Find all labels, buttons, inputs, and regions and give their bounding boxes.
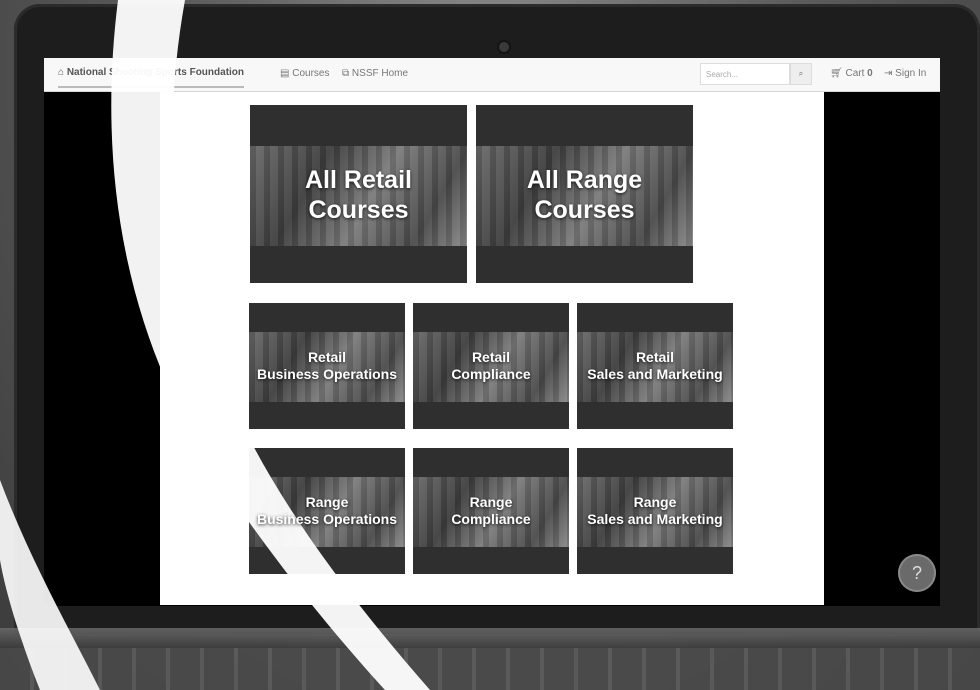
tile-caption-line2: Compliance <box>451 510 531 527</box>
cart-label: Cart <box>845 68 865 79</box>
tile-caption: Retail Business Operations <box>249 349 405 383</box>
tile-range-sales-marketing[interactable]: Range Sales and Marketing <box>577 448 733 574</box>
book-icon: ▤ <box>280 68 290 79</box>
tile-caption: All Retail Courses <box>250 165 467 225</box>
tile-range-compliance[interactable]: Range Compliance <box>413 448 569 574</box>
tile-range-business-operations[interactable]: Range Business Operations <box>249 448 405 574</box>
tile-caption-line2: Compliance <box>451 365 531 382</box>
tile-caption-line1: Range <box>469 494 513 510</box>
tile-all-retail-courses[interactable]: All Retail Courses <box>250 105 467 283</box>
search-icon: ⌕ <box>798 69 804 78</box>
cart-icon: 🛒︎ <box>830 68 843 79</box>
tile-all-range-courses[interactable]: All Range Courses <box>476 105 693 283</box>
tile-caption: All Range Courses <box>476 165 693 225</box>
page-content: All Retail Courses All Range Courses Ret… <box>160 92 824 605</box>
laptop-screen: ⌂ National Shooting Sports Foundation ▤ … <box>44 58 940 606</box>
tile-caption-line2: Courses <box>308 196 409 224</box>
tile-caption-line1: All Retail <box>305 166 412 194</box>
tile-retail-sales-marketing[interactable]: Retail Sales and Marketing <box>577 303 733 429</box>
tile-retail-compliance[interactable]: Retail Compliance <box>413 303 569 429</box>
cart-link[interactable]: 🛒︎ Cart 0 <box>830 68 873 79</box>
tile-caption-line1: Range <box>305 494 349 510</box>
tile-caption: Range Sales and Marketing <box>577 494 733 528</box>
tile-caption-line1: Range <box>633 494 677 510</box>
signin-link[interactable]: ⇥ Sign In <box>884 68 926 79</box>
tile-caption-line1: Retail <box>471 349 511 365</box>
tile-caption-line1: Retail <box>307 349 347 365</box>
tile-caption-line2: Sales and Marketing <box>587 365 723 382</box>
help-icon: ? <box>911 563 922 583</box>
tile-caption-line2: Courses <box>534 196 635 224</box>
signin-label: Sign In <box>895 68 927 79</box>
nav-nssf-home-label: NSSF Home <box>351 68 409 79</box>
signin-icon: ⇥ <box>884 68 893 79</box>
nav-courses-label: Courses <box>292 68 330 79</box>
brand-link[interactable]: ⌂ National Shooting Sports Foundation <box>58 67 245 88</box>
external-link-icon: ⧉ <box>342 68 350 79</box>
laptop-keyboard <box>0 628 980 690</box>
cart-count: 0 <box>867 68 873 79</box>
tile-caption-line2: Sales and Marketing <box>587 510 723 527</box>
search-button[interactable]: ⌕ <box>790 63 812 85</box>
tile-caption: Range Business Operations <box>249 494 405 528</box>
tile-caption-line1: Retail <box>635 349 675 365</box>
tile-caption: Retail Compliance <box>413 349 569 383</box>
tile-retail-business-operations[interactable]: Retail Business Operations <box>249 303 405 429</box>
tile-caption-line2: Business Operations <box>256 510 398 527</box>
search-input[interactable]: Search... <box>700 63 790 85</box>
help-button[interactable]: ? <box>898 554 936 592</box>
nav-courses-link[interactable]: ▤ Courses <box>280 68 329 79</box>
webcam-icon <box>499 42 509 52</box>
tile-caption: Range Compliance <box>413 494 569 528</box>
navbar: ⌂ National Shooting Sports Foundation ▤ … <box>44 58 940 92</box>
tile-caption-line2: Business Operations <box>256 365 398 382</box>
tile-caption-line1: All Range <box>526 166 643 194</box>
tile-caption: Retail Sales and Marketing <box>577 349 733 383</box>
nav-nssf-home-link[interactable]: ⧉ NSSF Home <box>342 68 408 79</box>
